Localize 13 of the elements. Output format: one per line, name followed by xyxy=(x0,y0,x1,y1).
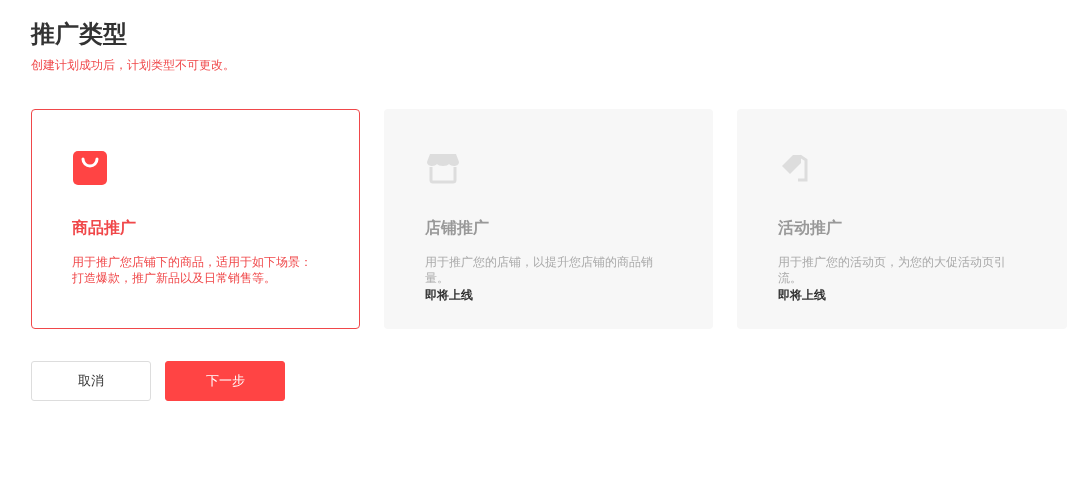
card-description: 用于推广您的店铺，以提升您店铺的商品销 量。 xyxy=(425,254,654,286)
status-text: 即将上线 xyxy=(425,287,474,304)
card-title: 活动推广 xyxy=(778,217,842,239)
notice-text: 创建计划成功后，计划类型不可更改。 xyxy=(31,57,236,74)
card-title: 商品推广 xyxy=(72,217,136,239)
status-text: 即将上线 xyxy=(778,287,827,304)
card-description: 用于推广您的活动页，为您的大促活动页引 流。 xyxy=(778,254,1007,286)
type-card[interactable]: 商品推广 用于推广您店铺下的商品，适用于如下场景： 打造爆款，推广新品以及日常销售等。 xyxy=(31,109,360,329)
shopping-bag-icon xyxy=(72,150,108,186)
card-title: 店铺推广 xyxy=(425,217,489,239)
cancel-button[interactable]: 取消 xyxy=(31,361,151,401)
card-description: 用于推广您店铺下的商品，适用于如下场景： 打造爆款，推广新品以及日常销售等。 xyxy=(72,254,313,286)
page-title: 推广类型 xyxy=(31,19,128,50)
